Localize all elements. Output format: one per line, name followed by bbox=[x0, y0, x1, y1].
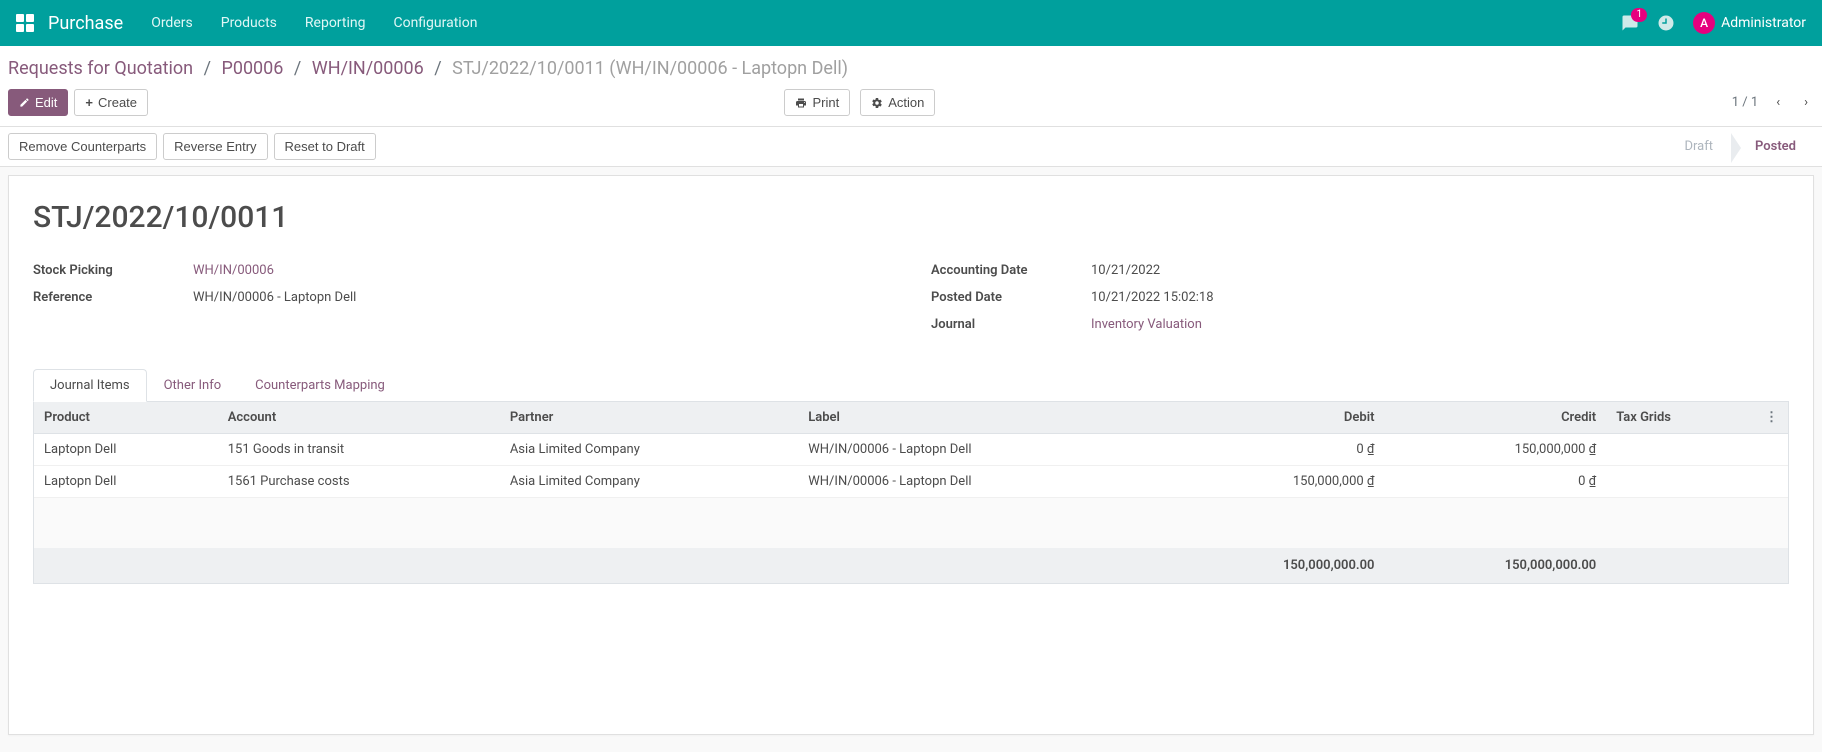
col-tax-grids[interactable]: Tax Grids bbox=[1606, 402, 1755, 434]
accounting-date-label: Accounting Date bbox=[931, 263, 1091, 278]
user-name: Administrator bbox=[1721, 15, 1806, 31]
top-navbar: Purchase Orders Products Reporting Confi… bbox=[0, 0, 1822, 46]
reference-value: WH/IN/00006 - Laptopn Dell bbox=[193, 290, 356, 305]
form-sheet: STJ/2022/10/0011 Stock Picking WH/IN/000… bbox=[8, 175, 1814, 735]
breadcrumb-whin[interactable]: WH/IN/00006 bbox=[312, 58, 424, 79]
col-product[interactable]: Product bbox=[34, 402, 218, 434]
stock-picking-value[interactable]: WH/IN/00006 bbox=[193, 263, 274, 278]
nav-reporting[interactable]: Reporting bbox=[305, 15, 366, 31]
action-button[interactable]: Action bbox=[860, 89, 935, 116]
activity-icon[interactable] bbox=[1657, 14, 1675, 32]
reverse-entry-button[interactable]: Reverse Entry bbox=[163, 133, 267, 160]
posted-date-label: Posted Date bbox=[931, 290, 1091, 305]
nav-orders[interactable]: Orders bbox=[151, 15, 193, 31]
pager-prev[interactable]: ‹ bbox=[1770, 91, 1786, 114]
nav-products[interactable]: Products bbox=[221, 15, 277, 31]
user-menu[interactable]: A Administrator bbox=[1693, 12, 1806, 34]
status-draft[interactable]: Draft bbox=[1660, 133, 1731, 160]
reference-label: Reference bbox=[33, 290, 193, 305]
tab-journal-items[interactable]: Journal Items bbox=[33, 369, 147, 402]
notebook-tabs: Journal Items Other Info Counterparts Ma… bbox=[33, 368, 1789, 402]
total-debit: 150,000,000.00 bbox=[1163, 548, 1385, 583]
create-button[interactable]: + Create bbox=[74, 89, 148, 116]
col-debit[interactable]: Debit bbox=[1163, 402, 1385, 434]
status-steps: Draft Posted bbox=[1660, 133, 1814, 160]
print-icon bbox=[795, 97, 807, 109]
status-posted[interactable]: Posted bbox=[1731, 133, 1814, 160]
breadcrumb-active: STJ/2022/10/0011 (WH/IN/00006 - Laptopn … bbox=[452, 58, 848, 79]
edit-button[interactable]: Edit bbox=[8, 89, 68, 116]
app-brand[interactable]: Purchase bbox=[48, 13, 123, 34]
tab-other-info[interactable]: Other Info bbox=[147, 369, 239, 402]
pager-text: 1 / 1 bbox=[1732, 95, 1758, 110]
reset-to-draft-button[interactable]: Reset to Draft bbox=[274, 133, 376, 160]
apps-icon[interactable] bbox=[16, 14, 34, 32]
avatar: A bbox=[1693, 12, 1715, 34]
col-label[interactable]: Label bbox=[798, 402, 1162, 434]
col-partner[interactable]: Partner bbox=[500, 402, 798, 434]
record-title: STJ/2022/10/0011 bbox=[33, 200, 1789, 235]
posted-date-value: 10/21/2022 15:02:18 bbox=[1091, 290, 1214, 305]
journal-label: Journal bbox=[931, 317, 1091, 332]
table-row[interactable]: Laptopn Dell 151 Goods in transit Asia L… bbox=[34, 434, 1788, 466]
status-bar: Remove Counterparts Reverse Entry Reset … bbox=[0, 127, 1822, 167]
control-panel: Requests for Quotation / P00006 / WH/IN/… bbox=[0, 46, 1822, 127]
breadcrumb: Requests for Quotation / P00006 / WH/IN/… bbox=[8, 54, 1814, 89]
journal-value[interactable]: Inventory Valuation bbox=[1091, 317, 1202, 332]
nav-configuration[interactable]: Configuration bbox=[393, 15, 477, 31]
pencil-icon bbox=[19, 97, 30, 108]
accounting-date-value: 10/21/2022 bbox=[1091, 263, 1160, 278]
breadcrumb-p00006[interactable]: P00006 bbox=[221, 58, 283, 79]
pager-next[interactable]: › bbox=[1798, 91, 1814, 114]
messages-badge: 1 bbox=[1631, 8, 1647, 22]
stock-picking-label: Stock Picking bbox=[33, 263, 193, 278]
remove-counterparts-button[interactable]: Remove Counterparts bbox=[8, 133, 157, 160]
gear-icon bbox=[871, 97, 883, 109]
totals-row: 150,000,000.00 150,000,000.00 bbox=[34, 548, 1788, 583]
col-credit[interactable]: Credit bbox=[1384, 402, 1606, 434]
col-account[interactable]: Account bbox=[218, 402, 500, 434]
breadcrumb-rfq[interactable]: Requests for Quotation bbox=[8, 58, 193, 79]
pager: 1 / 1 ‹ › bbox=[1732, 91, 1814, 114]
total-credit: 150,000,000.00 bbox=[1384, 548, 1606, 583]
plus-icon: + bbox=[85, 95, 93, 110]
tab-counterparts-mapping[interactable]: Counterparts Mapping bbox=[238, 369, 402, 402]
journal-items-table: Product Account Partner Label Debit Cred… bbox=[34, 402, 1788, 583]
col-options-icon[interactable]: ⋮ bbox=[1755, 402, 1788, 434]
print-button[interactable]: Print bbox=[784, 89, 850, 116]
table-row[interactable]: Laptopn Dell 1561 Purchase costs Asia Li… bbox=[34, 466, 1788, 498]
messages-icon[interactable]: 1 bbox=[1621, 14, 1639, 32]
